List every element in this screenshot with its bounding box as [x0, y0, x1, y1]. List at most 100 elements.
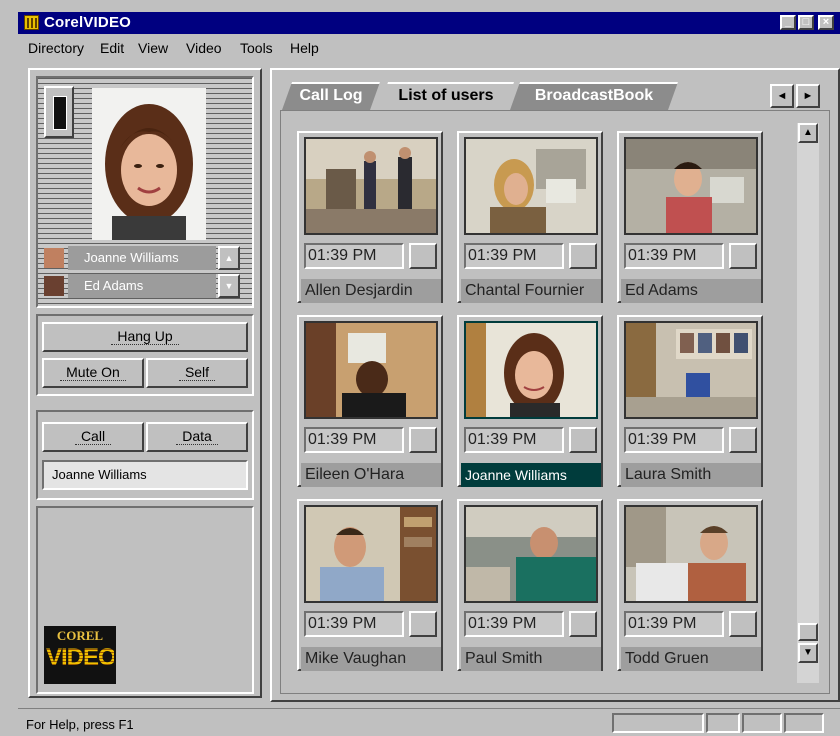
- maximize-button[interactable]: □: [798, 15, 814, 30]
- call-time: 01:39 PM: [464, 243, 564, 269]
- close-button[interactable]: ×: [818, 15, 834, 30]
- title-bar[interactable]: CorelVIDEO _ □ ×: [18, 12, 840, 34]
- user-video: [624, 505, 758, 603]
- menu-video[interactable]: Video: [186, 40, 222, 56]
- logo-bottom-text: VIDEO: [46, 644, 117, 671]
- user-video: [464, 137, 598, 235]
- status-bar: For Help, press F1: [18, 708, 840, 736]
- menu-edit[interactable]: Edit: [100, 40, 124, 56]
- scroll-thumb[interactable]: [798, 623, 818, 641]
- call-time: 01:39 PM: [624, 243, 724, 269]
- user-tile-ed-adams[interactable]: 01:39 PM Ed Adams: [617, 131, 763, 303]
- minimize-button[interactable]: _: [780, 15, 796, 30]
- speaker-row-1[interactable]: Joanne Williams: [42, 246, 216, 270]
- scroll-down-button[interactable]: ▼: [798, 643, 818, 663]
- user-name: Mike Vaughan: [301, 647, 441, 671]
- user-action-button[interactable]: [409, 611, 437, 637]
- mute-label: Mute On: [60, 364, 126, 381]
- self-label: Self: [178, 364, 216, 381]
- call-label: Call: [74, 428, 112, 445]
- left-panel: Joanne Williams Ed Adams ▲ ▼ Hang Up Mut…: [28, 68, 262, 698]
- speaker-name: Ed Adams: [68, 274, 216, 298]
- call-time: 01:39 PM: [304, 427, 404, 453]
- user-tile-todd-gruen[interactable]: 01:39 PM Todd Gruen: [617, 499, 763, 671]
- call-button[interactable]: Call: [42, 422, 144, 452]
- user-action-button[interactable]: [569, 243, 597, 269]
- call-time: 01:39 PM: [624, 427, 724, 453]
- hangup-button[interactable]: Hang Up: [42, 322, 248, 352]
- user-name: Laura Smith: [621, 463, 761, 487]
- speaker-scroll-up[interactable]: ▲: [218, 246, 240, 270]
- users-scrollbar[interactable]: ▲ ▼: [797, 123, 819, 683]
- tab-scroll-left[interactable]: ◄: [770, 84, 794, 108]
- user-name: Paul Smith: [461, 647, 601, 671]
- user-action-button[interactable]: [729, 611, 757, 637]
- user-action-button[interactable]: [409, 243, 437, 269]
- menu-bar: Directory Edit View Video Tools Help: [18, 36, 840, 60]
- status-pane: [784, 713, 824, 733]
- logo-area: COREL VIDEO: [36, 506, 254, 694]
- user-tile-chantal-fournier[interactable]: 01:39 PM Chantal Fournier: [457, 131, 603, 303]
- tab-broadcastbook[interactable]: BroadcastBook: [510, 82, 678, 110]
- call-name-field[interactable]: Joanne Williams: [42, 460, 248, 490]
- call-time: 01:39 PM: [624, 611, 724, 637]
- user-name: Ed Adams: [621, 279, 761, 303]
- user-name: Joanne Williams: [461, 463, 601, 487]
- speaker-name: Joanne Williams: [68, 246, 216, 270]
- user-video: [624, 137, 758, 235]
- self-button[interactable]: Self: [146, 358, 248, 388]
- user-name: Allen Desjardin: [301, 279, 441, 303]
- status-pane: [612, 713, 704, 733]
- caller-video: [92, 88, 206, 240]
- tab-call-log[interactable]: Call Log: [282, 82, 380, 110]
- user-tile-laura-smith[interactable]: 01:39 PM Laura Smith: [617, 315, 763, 487]
- dial-group: Call Data Joanne Williams: [36, 410, 254, 500]
- self-video-frame: Joanne Williams Ed Adams ▲ ▼: [36, 76, 254, 308]
- user-name: Eileen O'Hara: [301, 463, 441, 487]
- user-action-button[interactable]: [729, 243, 757, 269]
- user-tile-mike-vaughan[interactable]: 01:39 PM Mike Vaughan: [297, 499, 443, 671]
- user-video: [304, 137, 438, 235]
- status-pane: [706, 713, 740, 733]
- user-tile-paul-smith[interactable]: 01:39 PM Paul Smith: [457, 499, 603, 671]
- user-action-button[interactable]: [569, 427, 597, 453]
- call-time: 01:39 PM: [304, 611, 404, 637]
- menu-help[interactable]: Help: [290, 40, 319, 56]
- menu-directory[interactable]: Directory: [28, 40, 84, 56]
- user-tile-allen-desjardin[interactable]: 01:39 PM Allen Desjardin: [297, 131, 443, 303]
- user-action-button[interactable]: [409, 427, 437, 453]
- user-tile-eileen-ohara[interactable]: 01:39 PM Eileen O'Hara: [297, 315, 443, 487]
- menu-tools[interactable]: Tools: [240, 40, 273, 56]
- speaker-scroll-down[interactable]: ▼: [218, 274, 240, 298]
- call-control-group: Hang Up Mute On Self: [36, 314, 254, 396]
- hangup-label: Hang Up: [111, 328, 179, 345]
- door-button[interactable]: [44, 86, 74, 138]
- tab-list-of-users[interactable]: List of users: [378, 82, 514, 112]
- app-icon[interactable]: [24, 15, 39, 30]
- scroll-up-button[interactable]: ▲: [798, 123, 818, 143]
- window-title: CorelVIDEO: [44, 14, 132, 31]
- user-video: [464, 321, 598, 419]
- call-time: 01:39 PM: [464, 611, 564, 637]
- user-video: [464, 505, 598, 603]
- call-time: 01:39 PM: [464, 427, 564, 453]
- data-label: Data: [176, 428, 218, 445]
- user-action-button[interactable]: [729, 427, 757, 453]
- menu-view[interactable]: View: [138, 40, 168, 56]
- door-icon: [53, 96, 67, 130]
- speaker-row-2[interactable]: Ed Adams: [42, 274, 216, 298]
- mute-button[interactable]: Mute On: [42, 358, 144, 388]
- user-action-button[interactable]: [569, 611, 597, 637]
- user-tile-joanne-williams[interactable]: 01:39 PM Joanne Williams: [457, 315, 603, 487]
- logo-top-text: COREL: [56, 628, 104, 643]
- call-time: 01:39 PM: [304, 243, 404, 269]
- data-button[interactable]: Data: [146, 422, 248, 452]
- user-name: Todd Gruen: [621, 647, 761, 671]
- users-grid-frame: 01:39 PM Allen Desjardin 01:39 PM Chanta…: [280, 110, 830, 694]
- tab-scroll-right[interactable]: ►: [796, 84, 820, 108]
- user-video: [304, 321, 438, 419]
- status-text: For Help, press F1: [26, 717, 134, 732]
- status-pane: [742, 713, 782, 733]
- corel-video-logo: COREL VIDEO: [44, 626, 117, 684]
- main-panel: Call Log List of users BroadcastBook ◄ ►…: [270, 68, 840, 702]
